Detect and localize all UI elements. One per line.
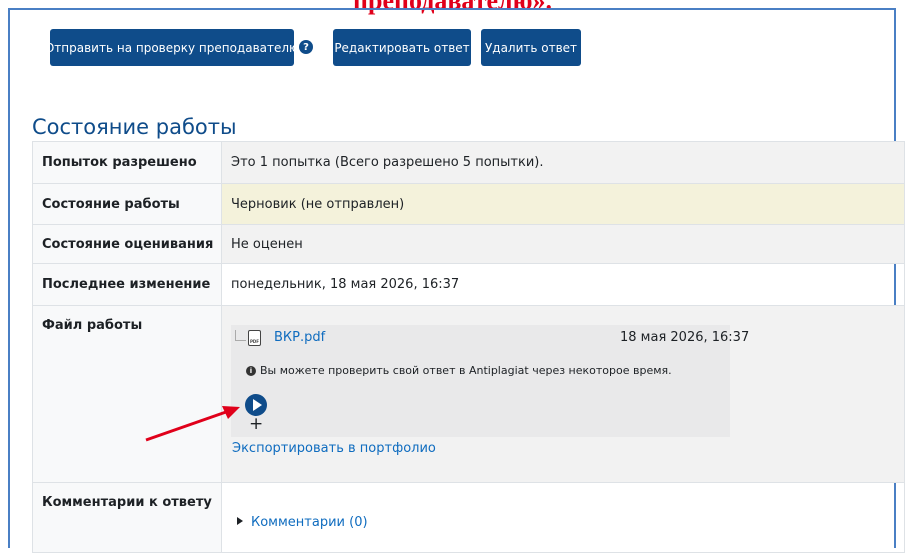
plus-icon[interactable]: + (249, 414, 263, 434)
submission-status-label: Состояние работы (32, 183, 222, 225)
file-date: 18 мая 2026, 16:37 (620, 330, 750, 345)
comments-toggle[interactable]: Комментарии (0) (237, 515, 368, 530)
grading-status-value: Не оценен (221, 224, 905, 264)
grading-status-label: Состояние оценивания (32, 224, 222, 264)
tree-connector (235, 330, 246, 341)
table-row: Состояние оценивания Не оценен (32, 224, 905, 264)
info-icon: i (246, 366, 256, 376)
plagiarism-note: Вы можете проверить свой ответ в Antipla… (260, 364, 672, 377)
submission-comments-label: Комментарии к ответу (32, 482, 222, 553)
pdf-icon-tag: PDF (250, 339, 259, 344)
file-link[interactable]: ВКР.pdf (274, 330, 325, 345)
remove-submission-button[interactable]: Удалить ответ (481, 29, 581, 66)
submit-for-grading-button[interactable]: Отправить на проверку преподавателю (45, 29, 299, 66)
table-row: Комментарии к ответу (32, 482, 905, 553)
export-to-portfolio-link[interactable]: Экспортировать в портфолио (232, 441, 436, 456)
attempts-label: Попыток разрешено (32, 141, 222, 184)
edit-submission-button[interactable]: Редактировать ответ (333, 29, 471, 66)
play-icon[interactable] (245, 394, 267, 416)
comments-toggle-label: Комментарии (0) (251, 515, 368, 530)
last-modified-value: понедельник, 18 мая 2026, 16:37 (221, 263, 905, 306)
submission-status-value: Черновик (не отправлен) (221, 183, 905, 225)
last-modified-label: Последнее изменение (32, 263, 222, 306)
table-row: Последнее изменение понедельник, 18 мая … (32, 263, 905, 306)
help-icon[interactable]: ? (299, 40, 313, 54)
table-row: Состояние работы Черновик (не отправлен) (32, 183, 905, 225)
page-title: Состояние работы (32, 115, 237, 139)
file-submissions-label: Файл работы (32, 305, 222, 483)
pdf-file-icon: PDF (248, 330, 261, 346)
table-row: Попыток разрешено Это 1 попытка (Всего р… (32, 141, 905, 184)
caret-right-icon (237, 517, 243, 525)
attempts-value: Это 1 попытка (Всего разрешено 5 попытки… (221, 141, 905, 184)
